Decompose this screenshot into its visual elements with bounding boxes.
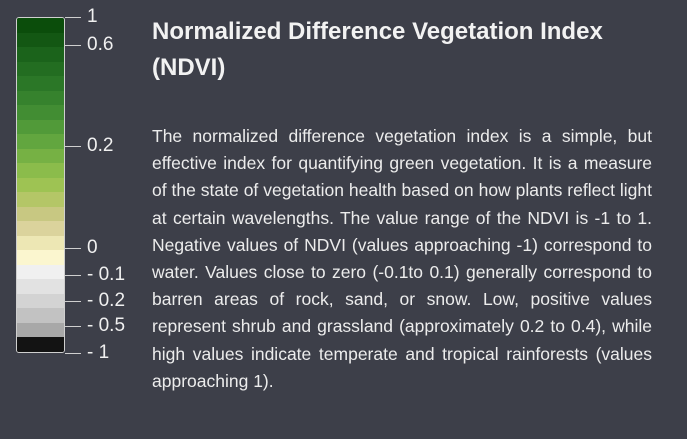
color-swatch [17, 134, 64, 149]
color-swatch [17, 192, 64, 207]
color-swatch [17, 47, 64, 62]
legend-tick-label: - 0.5 [87, 315, 126, 336]
legend-tick-mark [65, 275, 81, 276]
color-ramp [16, 17, 65, 353]
ndvi-legend: 1 0.6 0.2 0 - 0.1 - 0.2 - 0.5 - 1 [16, 7, 125, 362]
legend-tick-label: - 0.2 [87, 290, 126, 311]
legend-tick-label: 0.6 [87, 34, 114, 55]
color-swatch [17, 308, 64, 323]
legend-description: The normalized difference vegetation ind… [152, 126, 652, 391]
color-swatch [17, 61, 64, 77]
legend-title: Normalized Difference Vegetation Index (… [152, 18, 603, 81]
color-swatch [17, 293, 64, 309]
legend-tick-mark [65, 301, 81, 302]
legend-tick-mark [65, 353, 81, 354]
color-swatch [17, 177, 64, 193]
color-swatch [17, 90, 64, 106]
color-swatch [17, 18, 64, 33]
color-swatch [17, 206, 64, 222]
color-swatch [17, 264, 64, 280]
legend-tick-mark [65, 17, 81, 18]
color-swatch [17, 163, 64, 178]
legend-tick-mark [65, 146, 81, 147]
legend-tick-label: 0.2 [87, 135, 114, 156]
legend-tick-label: - 1 [87, 342, 110, 363]
color-swatch [17, 148, 64, 164]
color-swatch [17, 119, 64, 135]
legend-tick-label: 1 [87, 6, 98, 27]
legend-tick-mark [65, 248, 81, 249]
legend-tick-mark [65, 45, 81, 46]
color-swatch [17, 250, 64, 265]
color-swatch [17, 235, 64, 251]
color-swatch [17, 32, 64, 48]
legend-tick-mark [65, 326, 81, 327]
legend-tick-label: - 0.1 [87, 264, 126, 285]
color-swatch [17, 279, 64, 294]
color-swatch [17, 322, 64, 338]
color-swatch [17, 76, 64, 91]
legend-tick-label: 0 [87, 237, 98, 258]
color-swatch [17, 105, 64, 120]
color-swatch [17, 337, 64, 352]
color-swatch [17, 221, 64, 236]
